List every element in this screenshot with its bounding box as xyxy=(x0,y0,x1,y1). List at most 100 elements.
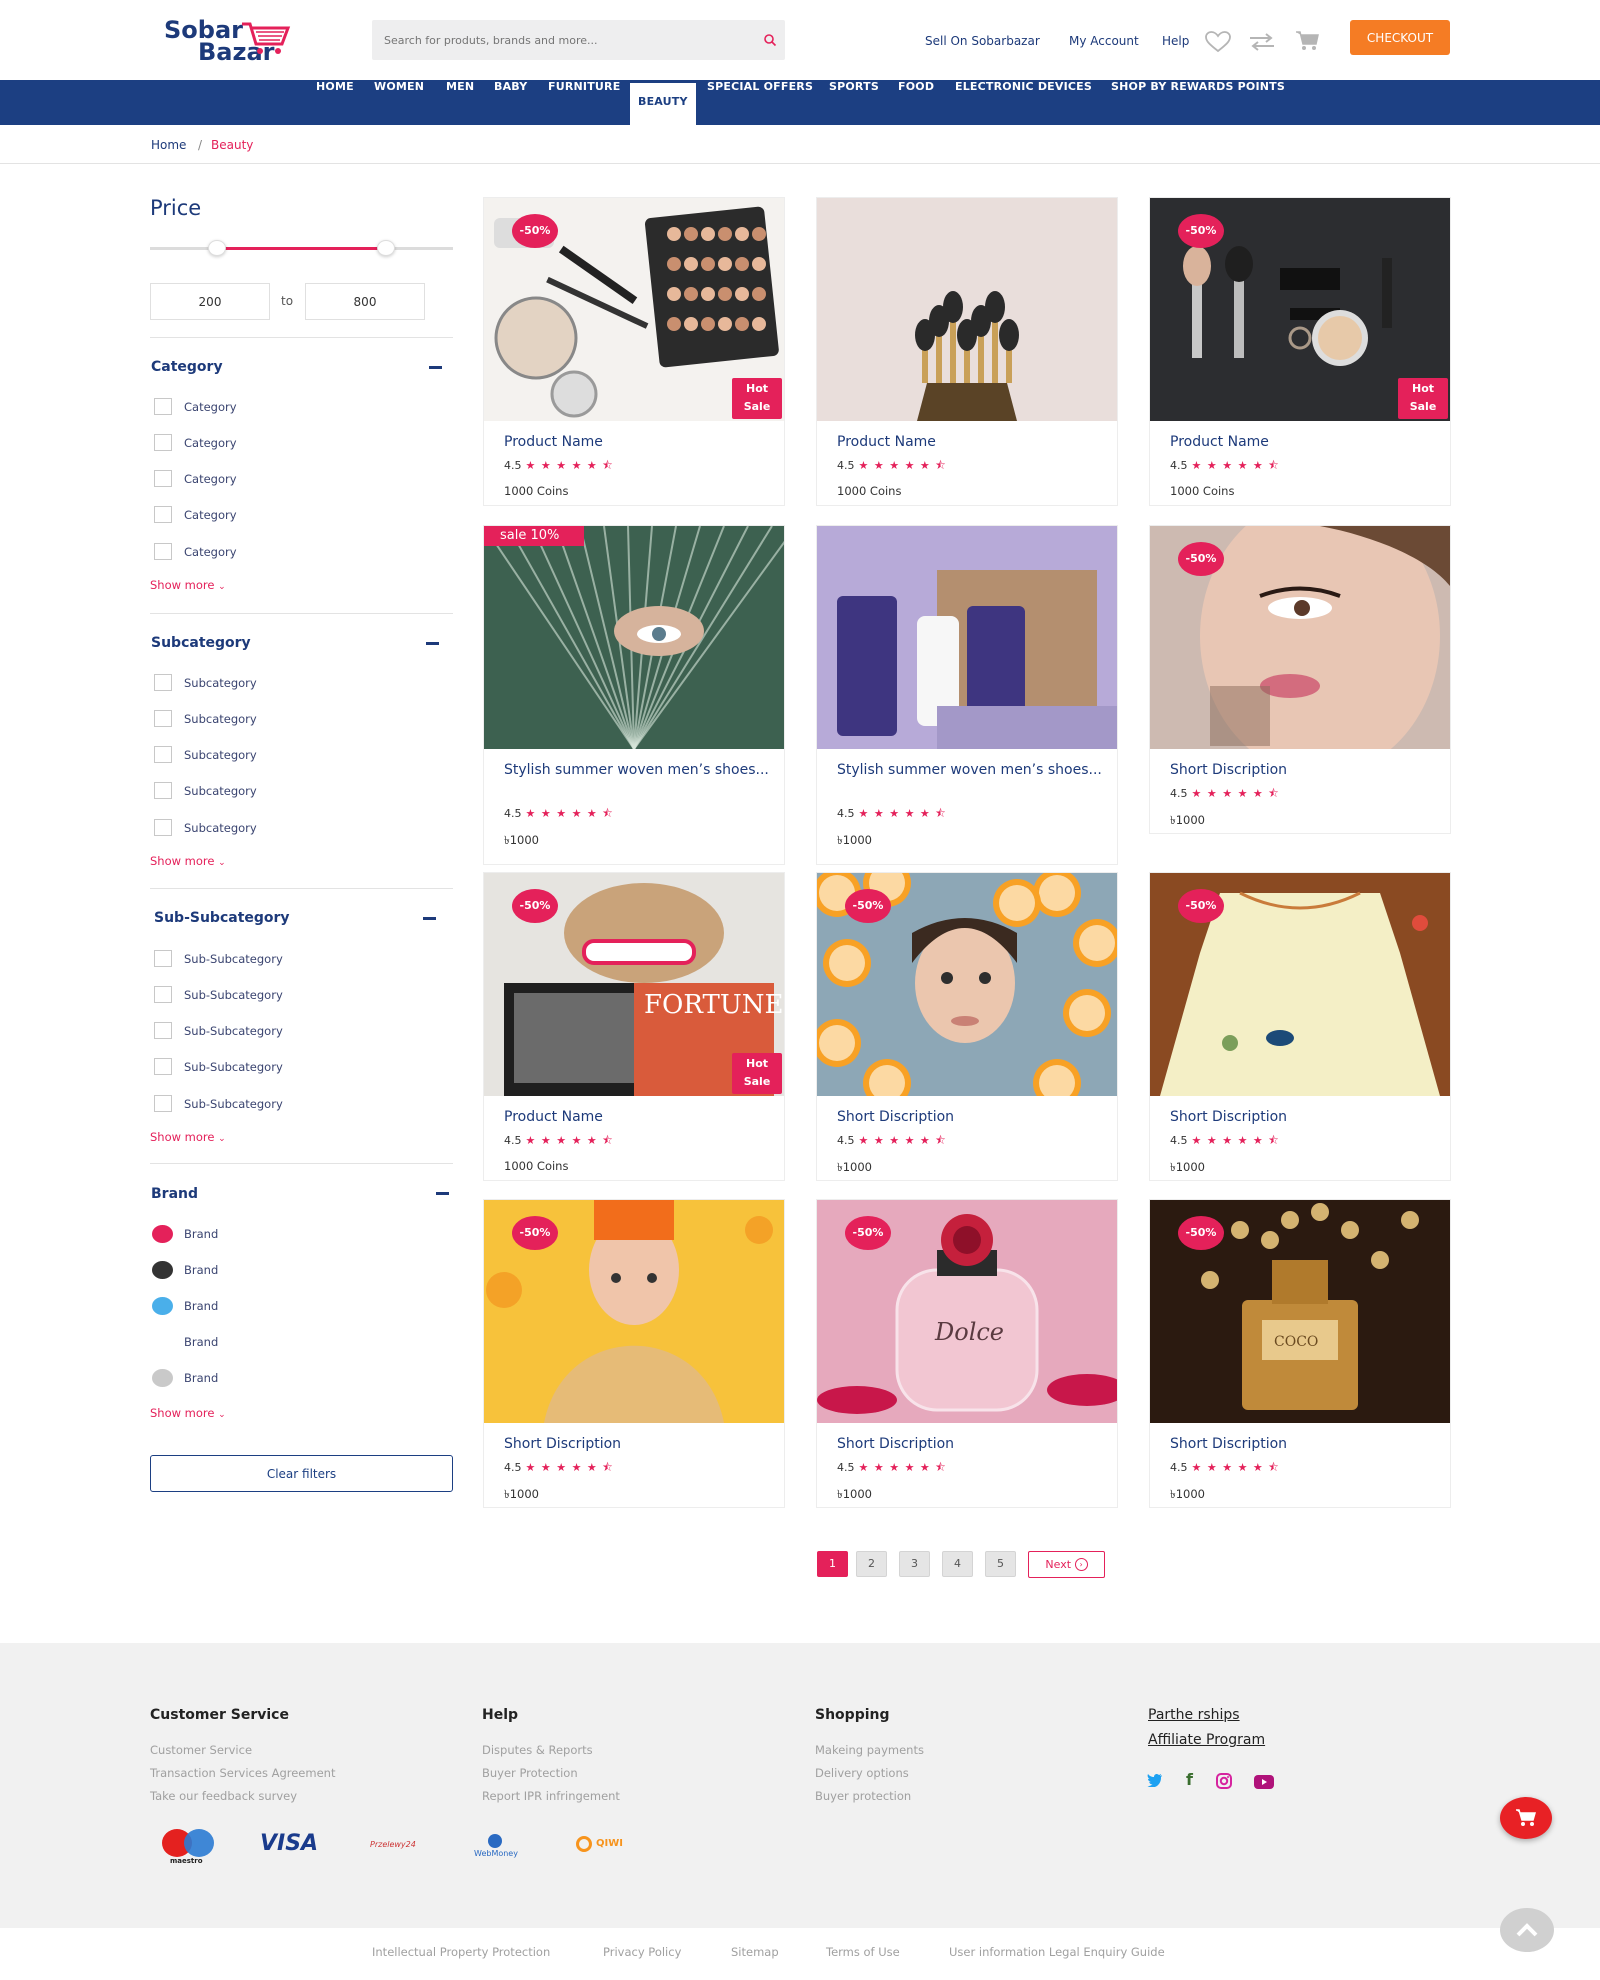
product-card[interactable]: sale 10% Stylish summer woven men’s shoes… xyxy=(483,525,785,865)
page-3-button[interactable]: 3 xyxy=(899,1551,930,1577)
product-card[interactable]: -50% Short Discription 4.5 ★ ★ ★ ★ ★ ⯪ ৳1000 xyxy=(816,872,1118,1181)
bottom-link[interactable]: Privacy Policy xyxy=(603,1945,681,1959)
floating-cart-button[interactable] xyxy=(1500,1797,1552,1839)
product-name[interactable]: Short Discription xyxy=(837,1108,1107,1127)
footer-link[interactable]: Take our feedback survey xyxy=(150,1789,297,1803)
partnerships-link[interactable]: Parthe rships xyxy=(1148,1707,1240,1723)
footer-link[interactable]: Buyer protection xyxy=(815,1789,911,1803)
collapse-minus-icon[interactable] xyxy=(429,366,442,369)
product-card[interactable]: -50% Hot Sale Product Name 4.5 ★ ★ ★ ★ ★ ⯪ 100… xyxy=(1149,197,1451,506)
subsubcategory-checkbox[interactable] xyxy=(154,950,172,967)
subsubcategory-show-more[interactable]: Show more ⌄ xyxy=(150,1130,226,1144)
product-name[interactable]: Product Name xyxy=(504,433,774,452)
category-checkbox[interactable] xyxy=(154,434,172,451)
product-card[interactable]: -50% Short Discription 4.5 ★ ★ ★ ★ ★ ⯪ ৳1000 xyxy=(483,1199,785,1508)
product-name[interactable]: Short Discription xyxy=(1170,761,1440,780)
collapse-minus-icon[interactable] xyxy=(426,642,439,645)
subcategory-checkbox[interactable] xyxy=(154,819,172,836)
footer-link[interactable]: Buyer Protection xyxy=(482,1766,578,1780)
my-account-link[interactable]: My Account xyxy=(1069,34,1139,48)
product-card[interactable]: FORTUNE -50% Hot Sale Product Name 4.5 ★ ★ ★ ★… xyxy=(483,872,785,1181)
subcategory-checkbox[interactable] xyxy=(154,746,172,763)
category-checkbox[interactable] xyxy=(154,470,172,487)
nav-item-men[interactable]: MEN xyxy=(446,80,474,125)
bottom-link[interactable]: Intellectual Property Protection xyxy=(372,1945,550,1959)
page-4-button[interactable]: 4 xyxy=(942,1551,973,1577)
brand-color-swatch[interactable] xyxy=(152,1333,173,1351)
product-name[interactable]: Stylish summer woven men’s shoes... xyxy=(504,761,774,780)
product-image[interactable] xyxy=(817,198,1117,421)
brand-color-swatch[interactable] xyxy=(152,1369,173,1387)
product-card[interactable]: -50% Short Discription 4.5 ★ ★ ★ ★ ★ ⯪ ৳1000 xyxy=(1149,872,1451,1181)
sell-link[interactable]: Sell On Sobarbazar xyxy=(925,34,1040,48)
product-card[interactable]: -50% Short Discription 4.5 ★ ★ ★ ★ ★ ⯪ ৳1000 xyxy=(1149,525,1451,834)
product-name[interactable]: Product Name xyxy=(1170,433,1440,452)
brand-color-swatch[interactable] xyxy=(152,1297,173,1315)
subsubcategory-checkbox[interactable] xyxy=(154,1022,172,1039)
product-name[interactable]: Short Discription xyxy=(1170,1435,1440,1454)
collapse-minus-icon[interactable] xyxy=(436,1192,449,1195)
subsubcategory-checkbox[interactable] xyxy=(154,986,172,1003)
product-card[interactable]: Product Name 4.5 ★ ★ ★ ★ ★ ⯪ 1000 Coins xyxy=(816,197,1118,506)
clear-filters-button[interactable]: Clear filters xyxy=(150,1455,453,1492)
category-show-more[interactable]: Show more ⌄ xyxy=(150,578,226,592)
checkout-button[interactable]: CHECKOUT xyxy=(1350,20,1450,55)
category-checkbox[interactable] xyxy=(154,506,172,523)
nav-item-electronic-devices[interactable]: ELECTRONIC DEVICES xyxy=(955,80,1092,125)
bottom-link[interactable]: Terms of Use xyxy=(826,1945,900,1959)
page-1-button[interactable]: 1 xyxy=(817,1551,848,1577)
search-input[interactable] xyxy=(372,20,742,60)
product-name[interactable]: Stylish summer woven men’s shoes... xyxy=(837,761,1107,780)
footer-link[interactable]: Report IPR infringement xyxy=(482,1789,620,1803)
product-image[interactable] xyxy=(817,526,1117,749)
bottom-link[interactable]: Sitemap xyxy=(731,1945,779,1959)
nav-item-baby[interactable]: BABY xyxy=(494,80,527,125)
brand-color-swatch[interactable] xyxy=(152,1225,173,1243)
affiliate-link[interactable]: Affiliate Program xyxy=(1148,1732,1265,1748)
nav-item-women[interactable]: WOMEN xyxy=(374,80,424,125)
wishlist-heart-icon[interactable] xyxy=(1205,31,1231,53)
product-card[interactable]: Dolce -50% Short Discription 4.5 ★ ★ ★ ★ ★ ⯪… xyxy=(816,1199,1118,1508)
subcategory-show-more[interactable]: Show more ⌄ xyxy=(150,854,226,868)
cart-icon[interactable] xyxy=(1295,31,1319,51)
nav-item-home[interactable]: HOME xyxy=(316,80,354,125)
compare-icon[interactable] xyxy=(1249,33,1275,51)
facebook-icon[interactable]: f xyxy=(1186,1770,1193,1789)
twitter-icon[interactable] xyxy=(1147,1773,1163,1787)
nav-item-sports[interactable]: SPORTS xyxy=(829,80,879,125)
subcategory-checkbox[interactable] xyxy=(154,674,172,691)
nav-item-furniture[interactable]: FURNITURE xyxy=(548,80,620,125)
nav-item-food[interactable]: FOOD xyxy=(898,80,934,125)
product-name[interactable]: Product Name xyxy=(504,1108,774,1127)
footer-link[interactable]: Disputes & Reports xyxy=(482,1743,593,1757)
bottom-link[interactable]: User information Legal Enquiry Guide xyxy=(949,1945,1165,1959)
nav-item-special-offers[interactable]: SPECIAL OFFERS xyxy=(707,80,813,125)
nav-item-beauty[interactable]: BEAUTY xyxy=(628,83,698,125)
footer-link[interactable]: Customer Service xyxy=(150,1743,252,1757)
footer-link[interactable]: Transaction Services Agreement xyxy=(150,1766,335,1780)
youtube-icon[interactable] xyxy=(1254,1775,1274,1789)
instagram-icon[interactable] xyxy=(1216,1773,1232,1789)
subcategory-checkbox[interactable] xyxy=(154,782,172,799)
price-slider-min-handle[interactable] xyxy=(207,240,226,256)
page-5-button[interactable]: 5 xyxy=(985,1551,1016,1577)
price-max-input[interactable] xyxy=(305,283,425,320)
product-name[interactable]: Short Discription xyxy=(837,1435,1107,1454)
product-card[interactable]: -50% Hot Sale Product Name 4.5 ★ ★ ★ ★ ★ ⯪ 100… xyxy=(483,197,785,506)
collapse-minus-icon[interactable] xyxy=(423,917,436,920)
category-checkbox[interactable] xyxy=(154,543,172,560)
product-name[interactable]: Short Discription xyxy=(1170,1108,1440,1127)
help-link[interactable]: Help xyxy=(1162,34,1189,48)
subsubcategory-checkbox[interactable] xyxy=(154,1058,172,1075)
product-card[interactable]: COCO -50% Short Discription 4.5 ★ ★ ★ ★ ★ ⯪ ৳… xyxy=(1149,1199,1451,1508)
footer-link[interactable]: Makeing payments xyxy=(815,1743,924,1757)
next-page-button[interactable]: Next › xyxy=(1028,1551,1105,1578)
brand-show-more[interactable]: Show more ⌄ xyxy=(150,1406,226,1420)
product-name[interactable]: Product Name xyxy=(837,433,1107,452)
brand-color-swatch[interactable] xyxy=(152,1261,173,1279)
page-2-button[interactable]: 2 xyxy=(856,1551,887,1577)
search-icon[interactable] xyxy=(763,33,777,47)
subsubcategory-checkbox[interactable] xyxy=(154,1095,172,1112)
nav-item-rewards[interactable]: SHOP BY REWARDS POINTS xyxy=(1111,80,1285,125)
product-image[interactable] xyxy=(484,526,784,749)
